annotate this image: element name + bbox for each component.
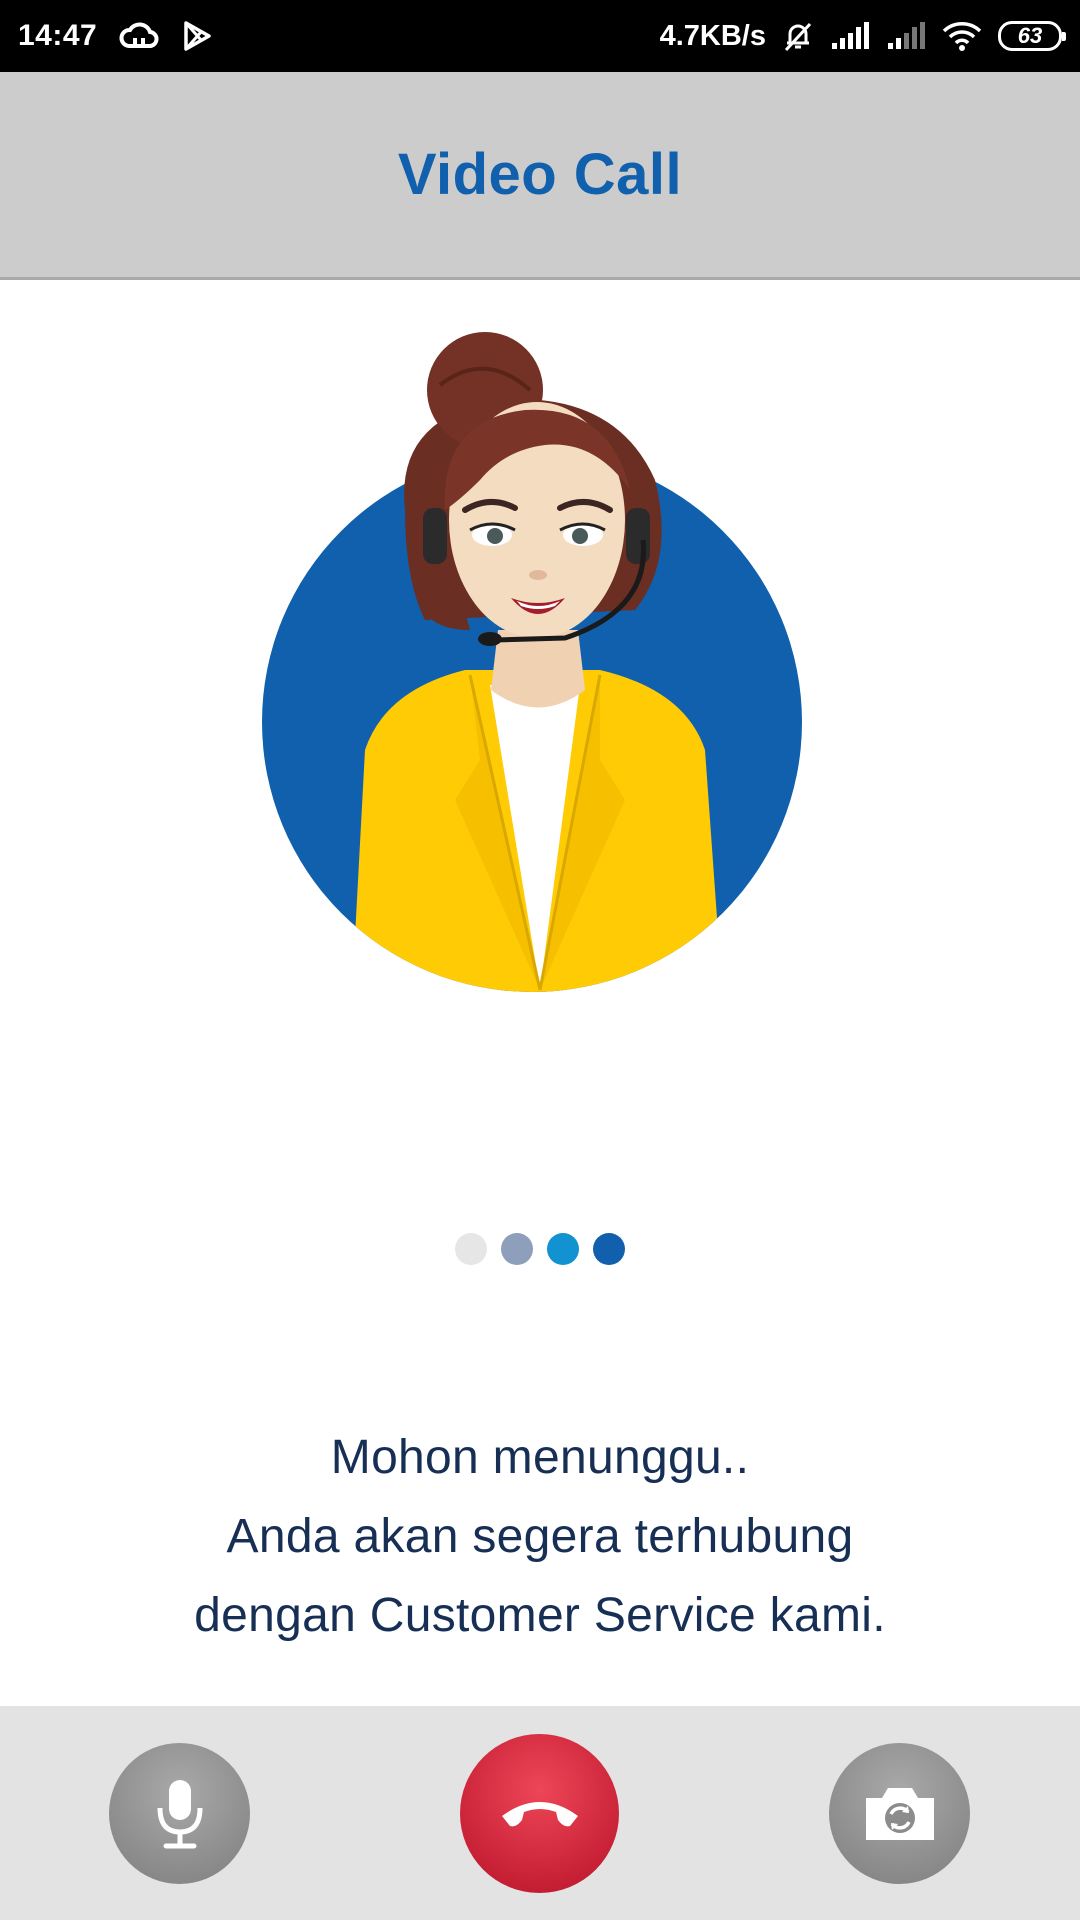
battery-icon: 63 [998, 21, 1066, 51]
camera-switch-button[interactable] [829, 1743, 970, 1884]
signal-icon-2 [886, 21, 926, 51]
end-call-button[interactable] [460, 1734, 619, 1893]
message-line-3: dengan Customer Service kami. [194, 1589, 886, 1642]
loading-dot [547, 1233, 579, 1265]
loading-dot [593, 1233, 625, 1265]
microphone-icon [157, 1779, 202, 1848]
headset-right-ear [626, 508, 650, 564]
loading-dot [455, 1233, 487, 1265]
call-controls-bar [0, 1706, 1080, 1920]
message-line-1: Mohon menunggu.. [330, 1431, 750, 1484]
network-speed: 4.7KB/s [659, 19, 766, 52]
camera-switch-icon [865, 1787, 934, 1840]
phone-hangup-icon [501, 1801, 578, 1826]
play-store-icon [181, 20, 213, 52]
waiting-message: Mohon menunggu.. Anda akan segera terhub… [0, 1418, 1080, 1655]
customer-service-agent-avatar [262, 332, 802, 992]
battery-level: 63 [1017, 23, 1043, 48]
headset-left-ear [423, 508, 447, 564]
signal-icon [830, 21, 870, 51]
message-line-2: Anda akan segera terhubung [226, 1510, 854, 1563]
wifi-icon [942, 20, 982, 52]
page-title: Video Call [397, 142, 683, 207]
mic-button[interactable] [109, 1743, 250, 1884]
status-bar: 14:47 4.7KB/s 63 [0, 0, 1080, 72]
app-header: Video Call [0, 72, 1080, 280]
cloud-icon [119, 22, 159, 50]
loading-dot [501, 1233, 533, 1265]
status-time: 14:47 [18, 19, 98, 52]
loading-indicator [0, 1233, 1080, 1265]
mute-bell-icon [782, 20, 814, 52]
